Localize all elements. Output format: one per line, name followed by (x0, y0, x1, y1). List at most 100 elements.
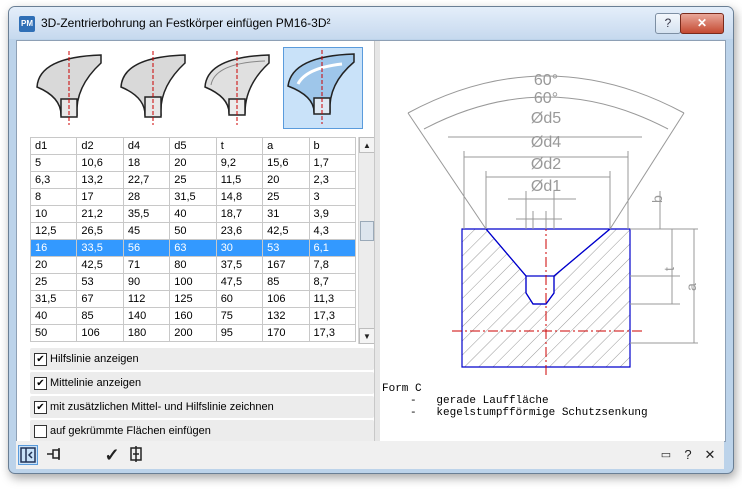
option-label: mit zusätzlichen Mittel- und Hilfslinie … (50, 401, 274, 413)
cell-d4: 140 (122, 307, 171, 325)
cell-t: 37,5 (215, 256, 264, 274)
table-row[interactable]: 12,5 26,5 45 50 23,6 42,5 4,3 (29, 222, 357, 240)
title-bar[interactable]: PM 3D-Zentrierbohrung an Festkörper einf… (9, 7, 733, 39)
column-header-t[interactable]: t (215, 137, 264, 155)
check-mark-icon: ✔ (36, 402, 45, 413)
cell-b: 3,9 (308, 205, 357, 223)
cell-t: 60 (215, 290, 264, 308)
extension-line-right (609, 112, 685, 230)
column-header-a[interactable]: a (262, 137, 310, 155)
cell-a: 106 (262, 290, 310, 308)
insert-button[interactable] (126, 445, 146, 465)
pin-button[interactable] (44, 445, 64, 465)
option-hilfslinie[interactable]: ✔ Hilfslinie anzeigen (30, 348, 374, 370)
cell-b: 2,3 (308, 171, 357, 189)
cell-t: 18,7 (215, 205, 264, 223)
minimize-panel-button[interactable]: ▭ (656, 445, 676, 465)
table-row[interactable]: 6,3 13,2 22,7 25 11,5 20 2,3 (29, 171, 357, 189)
dim-angle-outer: 60° (534, 72, 558, 89)
cell-b: 7,8 (308, 256, 357, 274)
scroll-down-arrow-icon[interactable]: ▼ (359, 328, 375, 344)
form-description-1: - gerade Lauffläche (410, 395, 549, 407)
cell-d1: 50 (29, 324, 78, 342)
cell-d2: 85 (76, 307, 124, 325)
cell-a: 85 (262, 273, 310, 291)
height-dimension-lines (630, 191, 698, 344)
column-header-d4[interactable]: d4 (122, 137, 171, 155)
checkbox-zusaetzliche-linien[interactable]: ✔ (34, 401, 47, 414)
form-c-thumbnail[interactable] (283, 47, 363, 129)
dialog-window: PM 3D-Zentrierbohrung an Festkörper einf… (8, 6, 734, 474)
scroll-thumb[interactable] (360, 221, 374, 241)
extension-line-left (407, 112, 487, 230)
table-row[interactable]: 40 85 140 160 75 132 17,3 (29, 307, 357, 325)
cell-d2: 13,2 (76, 171, 124, 189)
table-row[interactable]: 25 53 90 100 47,5 85 8,7 (29, 273, 357, 291)
ok-button[interactable]: ✓ (102, 445, 122, 465)
cell-d5: 80 (169, 256, 217, 274)
option-label: auf gekrümmte Flächen einfügen (50, 425, 211, 437)
cell-d4: 18 (122, 154, 171, 172)
cell-a: 53 (262, 239, 310, 257)
check-mark-icon: ✔ (36, 354, 45, 365)
scroll-up-arrow-icon[interactable]: ▲ (359, 137, 375, 153)
option-zusaetzliche-linien[interactable]: ✔ mit zusätzlichen Mittel- und Hilfslini… (30, 396, 374, 418)
table-row[interactable]: 16 33,5 56 63 30 53 6,1 (29, 239, 357, 257)
form-r-thumbnail[interactable] (199, 47, 277, 127)
cell-d1: 31,5 (29, 290, 78, 308)
cell-d5: 20 (169, 154, 217, 172)
close-button[interactable]: ✕ (680, 13, 724, 34)
option-mittelinie[interactable]: ✔ Mittelinie anzeigen (30, 372, 374, 394)
cell-b: 17,3 (308, 307, 357, 325)
cell-d2: 67 (76, 290, 124, 308)
cell-b: 3 (308, 188, 357, 206)
option-label: Hilfslinie anzeigen (50, 353, 139, 365)
cell-d4: 180 (122, 324, 171, 342)
table-row[interactable]: 5 10,6 18 20 9,2 15,6 1,7 (29, 154, 357, 172)
table-row[interactable]: 10 21,2 35,5 40 18,7 31 3,9 (29, 205, 357, 223)
table-scrollbar[interactable]: ▲ ▼ (358, 137, 375, 344)
column-header-d1[interactable]: d1 (29, 137, 78, 155)
table-row[interactable]: 20 42,5 71 80 37,5 167 7,8 (29, 256, 357, 274)
column-header-b[interactable]: b (308, 137, 357, 155)
table-row[interactable]: 8 17 28 31,5 14,8 25 3 (29, 188, 357, 206)
collapse-panel-button[interactable] (18, 445, 38, 465)
cell-t: 30 (215, 239, 264, 257)
cell-a: 42,5 (262, 222, 310, 240)
pin-icon (47, 448, 60, 460)
table-row[interactable]: 31,5 67 112 125 60 106 11,3 (29, 290, 357, 308)
form-b-thumbnail[interactable] (115, 47, 193, 127)
cell-d5: 125 (169, 290, 217, 308)
cell-t: 75 (215, 307, 264, 325)
cell-d2: 26,5 (76, 222, 124, 240)
option-gekruemmte-flaechen[interactable]: auf gekrümmte Flächen einfügen (30, 420, 374, 442)
dim-t: t (661, 267, 677, 271)
cell-d4: 90 (122, 273, 171, 291)
cell-b: 11,3 (308, 290, 357, 308)
table-row[interactable]: 50 106 180 200 95 170 17,3 (29, 324, 357, 342)
cell-d1: 20 (29, 256, 78, 274)
context-help-button[interactable]: ? (678, 445, 698, 465)
cancel-button[interactable]: ✕ (700, 445, 720, 465)
technical-drawing-preview: 60° 60° Ød5 Ød4 Ød2 Ød1 b t a Form C - g… (380, 41, 725, 441)
cell-d1: 25 (29, 273, 78, 291)
column-header-d5[interactable]: d5 (169, 137, 217, 155)
form-r-icon (204, 51, 270, 125)
window-title: 3D-Zentrierbohrung an Festkörper einfüge… (41, 16, 331, 30)
cell-b: 17,3 (308, 324, 357, 342)
help-button[interactable]: ? (655, 13, 681, 34)
dim-a: a (683, 283, 699, 291)
cell-d4: 56 (122, 239, 171, 257)
checkbox-mittelinie[interactable]: ✔ (34, 377, 47, 390)
cell-d2: 42,5 (76, 256, 124, 274)
dim-d2: Ød2 (531, 156, 561, 173)
cell-a: 167 (262, 256, 310, 274)
cell-d1: 40 (29, 307, 78, 325)
cell-b: 1,7 (308, 154, 357, 172)
cell-a: 25 (262, 188, 310, 206)
column-header-d2[interactable]: d2 (76, 137, 124, 155)
checkbox-hilfslinie[interactable]: ✔ (34, 353, 47, 366)
form-a-thumbnail[interactable] (31, 47, 109, 127)
cell-b: 6,1 (308, 239, 357, 257)
checkbox-gekruemmte-flaechen[interactable] (34, 425, 47, 438)
